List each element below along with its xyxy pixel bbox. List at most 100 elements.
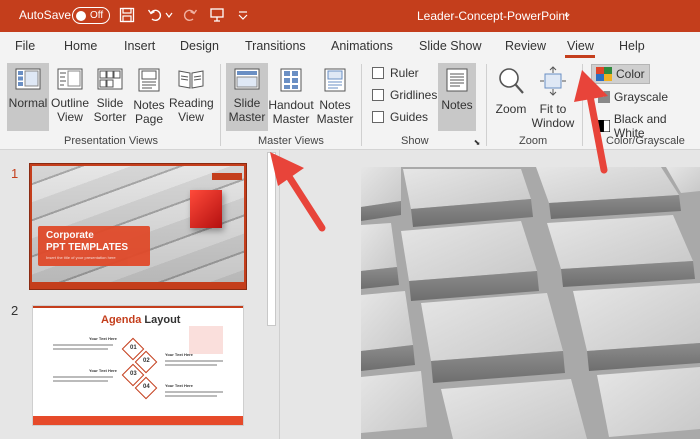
text-line: [53, 380, 108, 382]
text-line: [165, 360, 223, 362]
thumbnail-footer-bar: [32, 282, 244, 287]
gridlines-checkbox[interactable]: Gridlines: [372, 88, 437, 102]
active-tab-indicator: [565, 55, 595, 58]
redo-icon[interactable]: [181, 6, 199, 24]
slide-1-title-line-1: Corporate: [46, 230, 94, 241]
notes-page-button[interactable]: Notes Page: [131, 63, 167, 126]
autosave-label: AutoSave: [19, 8, 72, 22]
slide-canvas[interactable]: [361, 167, 700, 439]
tab-help[interactable]: Help: [619, 39, 645, 53]
notes-page-icon: [138, 68, 160, 92]
gridlines-label: Gridlines: [390, 88, 438, 102]
show-group-label: Show: [401, 135, 429, 147]
master-views-group-label: Master Views: [258, 135, 324, 147]
slide-sorter-icon: [97, 68, 123, 90]
tab-insert[interactable]: Insert: [124, 39, 155, 53]
notes-toggle-label: Notes: [441, 98, 473, 112]
zoom-group-label: Zoom: [519, 135, 548, 147]
slide-master-button[interactable]: Slide Master: [226, 63, 268, 131]
notes-master-icon: [324, 68, 346, 92]
handout-master-label-2: Master: [272, 112, 310, 126]
customize-toolbar-icon[interactable]: [234, 6, 252, 24]
notes-page-label-1: Notes: [133, 98, 165, 112]
undo-dropdown-icon[interactable]: [164, 6, 174, 24]
tab-file[interactable]: File: [15, 39, 35, 53]
group-separator: [361, 64, 362, 146]
gridlines-checkbox-box[interactable]: [372, 89, 384, 101]
tab-slide-show[interactable]: Slide Show: [419, 39, 482, 53]
group-separator: [220, 64, 221, 146]
guides-checkbox-box[interactable]: [372, 111, 384, 123]
reading-view-button[interactable]: Reading View: [169, 63, 214, 124]
group-separator: [486, 64, 487, 146]
reading-view-icon: [178, 70, 204, 89]
annotation-arrow-slide-master: [270, 152, 326, 232]
slide-sorter-label-1: Slide: [96, 96, 124, 110]
agenda-item-title: Your Text Here: [89, 336, 117, 341]
thumbnail-bottom-bar: [33, 416, 243, 425]
text-line: [165, 364, 217, 366]
document-title[interactable]: Leader-Concept-PowerPoint: [417, 9, 568, 23]
red-cube-graphic: [190, 190, 222, 228]
agenda-item-title: Your Text Here: [89, 368, 117, 373]
show-dialog-launcher-icon[interactable]: ⬊: [472, 136, 482, 150]
undo-icon[interactable]: [146, 6, 164, 24]
tab-design[interactable]: Design: [180, 39, 219, 53]
thumbnail-top-bar: [33, 306, 243, 308]
slide-master-label-1: Slide: [233, 96, 261, 110]
tab-view[interactable]: View: [567, 39, 594, 53]
tab-home[interactable]: Home: [64, 39, 97, 53]
slide-number: 2: [11, 303, 19, 318]
save-icon[interactable]: [118, 6, 136, 24]
ruler-label: Ruler: [390, 66, 419, 80]
slide-number: 1: [11, 166, 19, 181]
agenda-item-title: Your Text Here: [165, 352, 193, 357]
slide-2-title-accent: Agenda: [101, 314, 142, 326]
zoom-label: Zoom: [495, 102, 527, 116]
slide-thumbnail-2[interactable]: Agenda Layout Your Text Here Your Text H…: [32, 305, 244, 426]
notes-icon: [446, 68, 468, 92]
slide-master-label-2: Master: [228, 110, 266, 124]
agenda-item-title: Your Text Here: [165, 383, 193, 388]
slide-1-title-line-2: PPT TEMPLATES: [46, 242, 129, 253]
present-icon[interactable]: [208, 6, 226, 24]
normal-view-label: Normal: [8, 96, 48, 110]
agenda-number: 04: [143, 384, 150, 390]
magnifier-icon: [499, 68, 524, 94]
notes-master-label-2: Master: [316, 112, 354, 126]
text-line: [53, 344, 113, 346]
ruler-checkbox[interactable]: Ruler: [372, 66, 419, 80]
agenda-number: 01: [130, 345, 137, 351]
notes-master-button[interactable]: Notes Master: [315, 63, 355, 126]
tab-transitions[interactable]: Transitions: [245, 39, 306, 53]
notes-page-label-2: Page: [134, 112, 164, 126]
notes-master-label-1: Notes: [319, 98, 351, 112]
text-line: [165, 395, 217, 397]
thumbnail-logo-tag: [212, 173, 242, 180]
title-bar: AutoSave Off Leader-Concept-PowerPoint ⌄: [0, 0, 700, 32]
autosave-toggle[interactable]: Off: [72, 7, 110, 24]
text-line: [53, 348, 108, 350]
ruler-checkbox-box[interactable]: [372, 67, 384, 79]
tab-review[interactable]: Review: [505, 39, 546, 53]
notes-toggle-button[interactable]: Notes: [438, 63, 476, 131]
handout-master-label-1: Handout: [268, 98, 314, 112]
reading-view-label-1: Reading: [169, 96, 214, 110]
slide-sorter-button[interactable]: Slide Sorter: [92, 63, 128, 124]
title-dropdown-icon[interactable]: ⌄: [562, 6, 572, 20]
slide-master-icon: [234, 68, 260, 90]
tab-animations[interactable]: Animations: [331, 39, 393, 53]
guides-checkbox[interactable]: Guides: [372, 110, 428, 124]
normal-view-icon: [15, 68, 41, 90]
reading-view-label-2: View: [178, 110, 204, 124]
agenda-number: 03: [130, 371, 137, 377]
toggle-knob: [76, 10, 86, 21]
title-banner: Corporate PPT TEMPLATES Insert the title…: [38, 226, 150, 266]
text-line: [165, 391, 223, 393]
zoom-button[interactable]: Zoom: [493, 63, 529, 116]
handout-master-button[interactable]: Handout Master: [268, 63, 314, 126]
normal-view-button[interactable]: Normal: [7, 63, 49, 131]
outline-view-button[interactable]: Outline View: [51, 63, 89, 124]
slide-thumbnail-1[interactable]: Corporate PPT TEMPLATES Insert the title…: [29, 163, 247, 290]
presentation-views-group-label: Presentation Views: [64, 135, 158, 147]
